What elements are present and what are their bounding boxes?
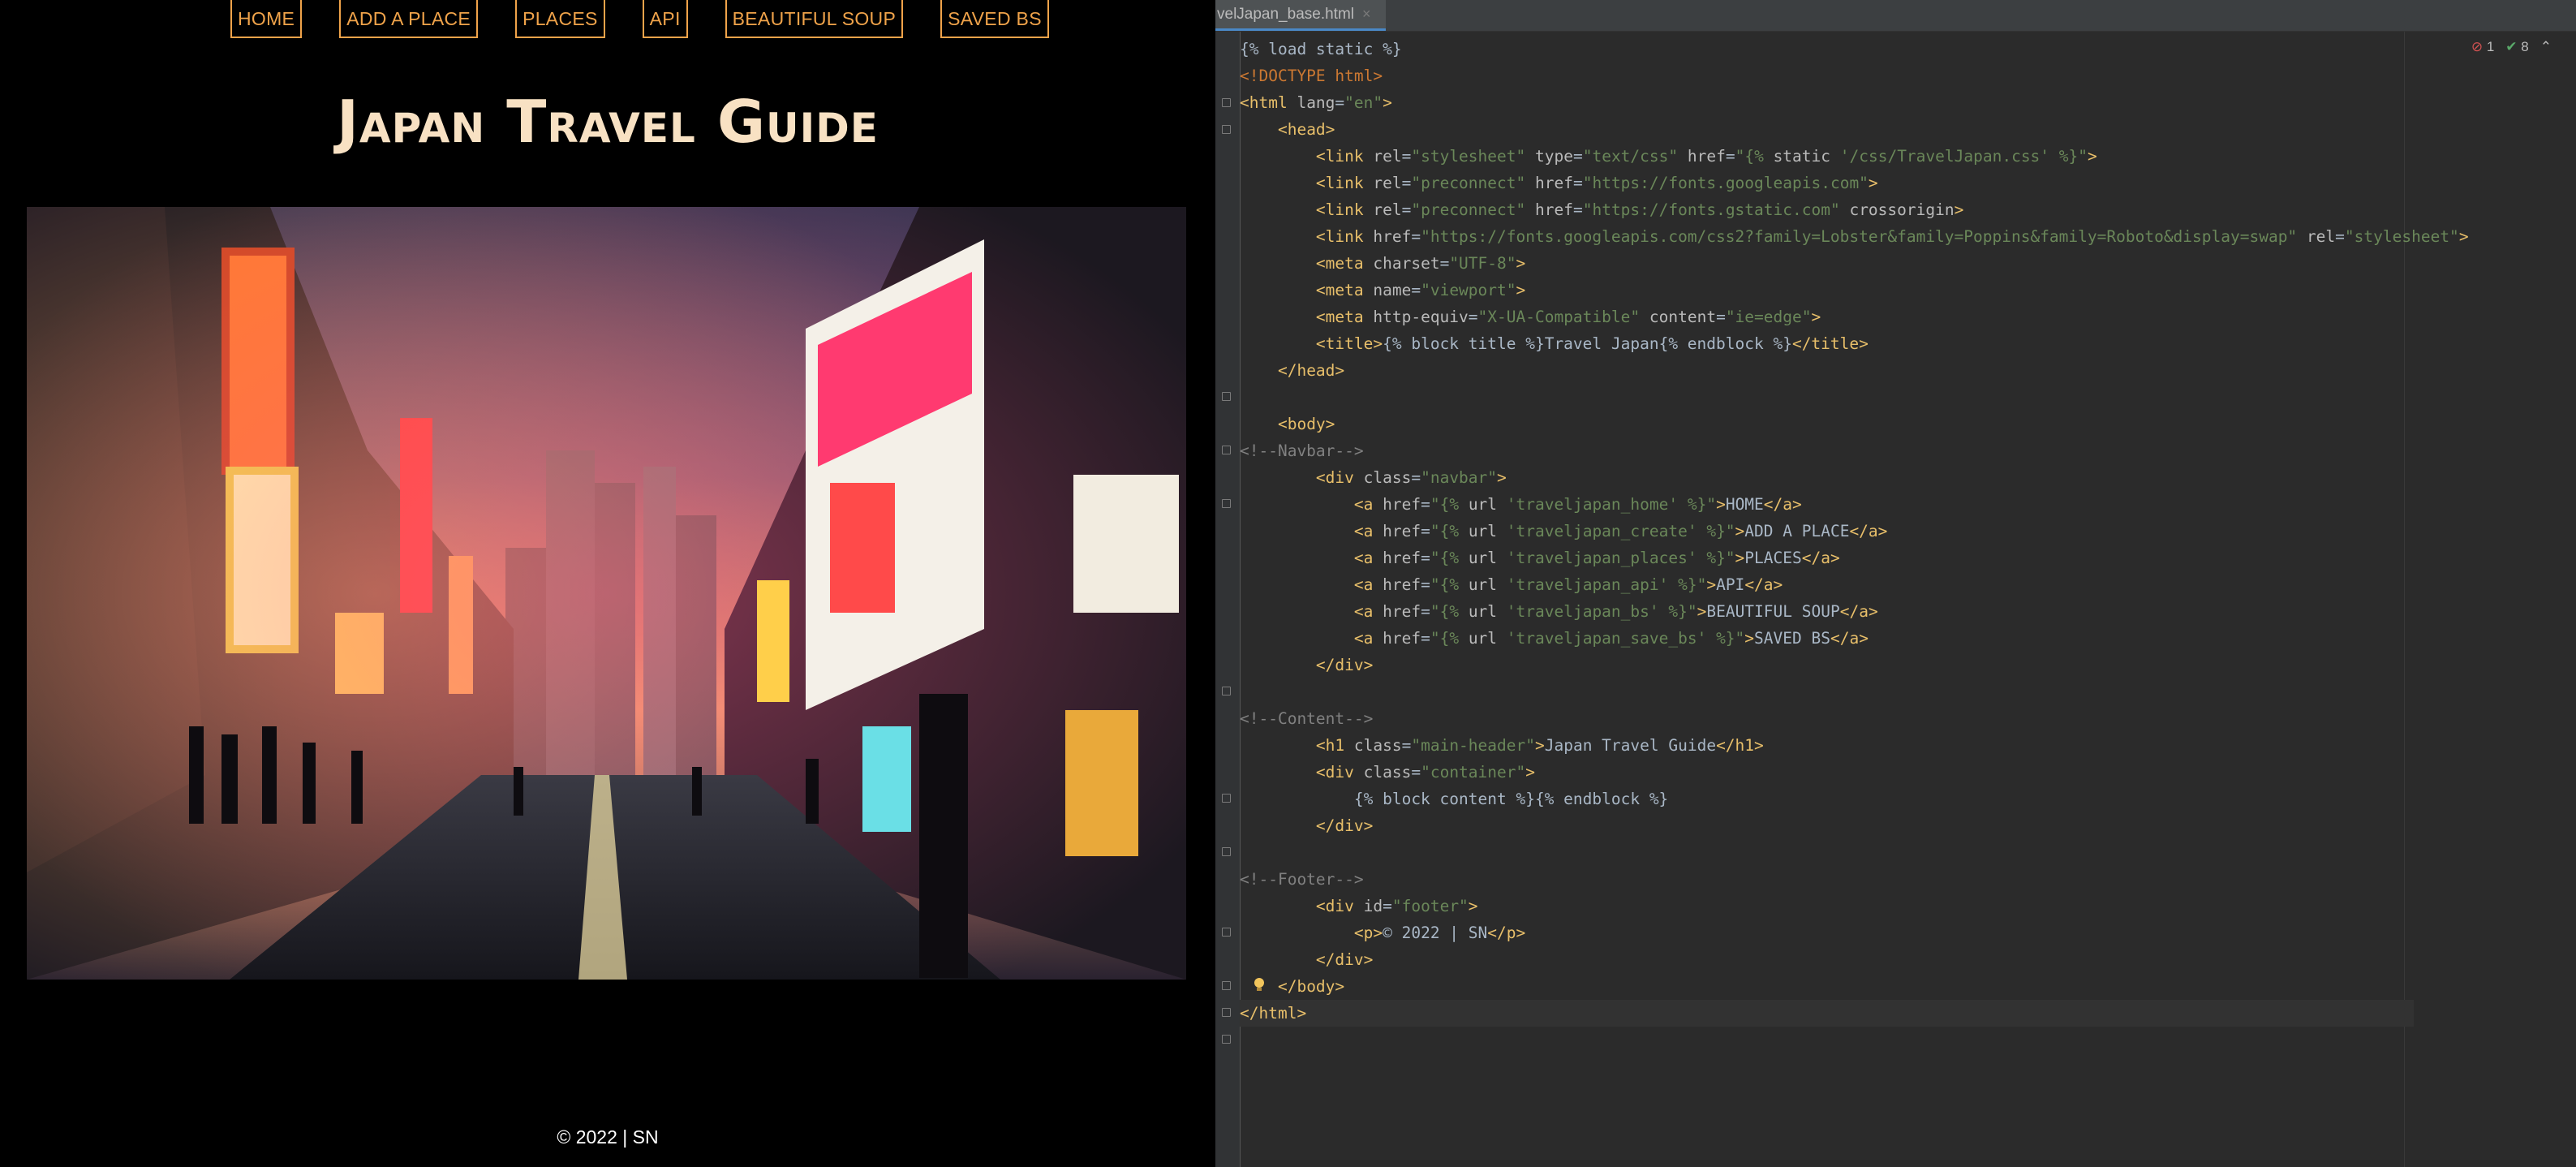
code-line[interactable]: <a href="{% url 'traveljapan_home' %}">H… <box>1240 491 2414 518</box>
code-line[interactable]: <div class="navbar"> <box>1240 464 2414 491</box>
editor-gutter <box>1215 32 1241 1167</box>
code-line[interactable]: <meta charset="UTF-8"> <box>1240 250 2414 277</box>
warning-count-value: 8 <box>2521 39 2529 54</box>
close-icon[interactable]: × <box>1362 6 1371 23</box>
error-count-value: 1 <box>2486 39 2495 54</box>
code-line[interactable]: <a href="{% url 'traveljapan_api' %}">AP… <box>1240 571 2414 598</box>
code-line[interactable]: <html lang="en"> <box>1240 89 2414 116</box>
code-line[interactable] <box>1240 839 2414 866</box>
fold-marker-icon[interactable] <box>1222 125 1231 134</box>
nav-link-api[interactable]: API <box>642 0 688 38</box>
error-icon: ⊘ <box>2471 39 2484 54</box>
fold-marker-icon[interactable] <box>1222 1035 1231 1044</box>
code-line[interactable]: <meta name="viewport"> <box>1240 277 2414 304</box>
fold-marker-icon[interactable] <box>1222 446 1231 454</box>
code-line[interactable]: <!--Footer--> <box>1240 866 2414 893</box>
code-line[interactable]: <link rel="stylesheet" type="text/css" h… <box>1240 143 2414 170</box>
code-line[interactable]: <head> <box>1240 116 2414 143</box>
code-line[interactable] <box>1240 678 2414 705</box>
nav-link-add-a-place[interactable]: ADD A PLACE <box>339 0 479 38</box>
fold-marker-icon[interactable] <box>1222 928 1231 937</box>
editor-tab-bar: velJapan_base.html × <box>1215 0 2576 32</box>
error-count[interactable]: ⊘ 1 <box>2471 39 2494 55</box>
footer: © 2022 | SN <box>0 1126 1215 1148</box>
code-line[interactable]: <a href="{% url 'traveljapan_save_bs' %}… <box>1240 625 2414 652</box>
screen: HOME ADD A PLACE PLACES API BEAUTIFUL SO… <box>0 0 2576 1167</box>
nav-link-saved-bs[interactable]: SAVED BS <box>940 0 1049 38</box>
code-line[interactable]: </html> <box>1240 1000 2414 1027</box>
code-line[interactable]: <!--Content--> <box>1240 705 2414 732</box>
fold-marker-icon[interactable] <box>1222 1008 1231 1017</box>
code-line[interactable]: <link href="https://fonts.googleapis.com… <box>1240 223 2469 250</box>
footer-text: © 2022 | SN <box>557 1126 659 1148</box>
code-line[interactable]: <h1 class="main-header">Japan Travel Gui… <box>1240 732 2414 759</box>
code-line[interactable]: <link rel="preconnect" href="https://fon… <box>1240 170 2414 196</box>
nav-link-places[interactable]: PLACES <box>515 0 605 38</box>
city-street-illustration <box>27 207 1186 980</box>
code-line[interactable]: </div> <box>1240 652 2414 678</box>
hero-image <box>27 207 1186 980</box>
code-line[interactable]: </head> <box>1240 357 2414 384</box>
code-line[interactable]: <a href="{% url 'traveljapan_create' %}"… <box>1240 518 2414 545</box>
code-area[interactable]: {% load static %} <!DOCTYPE html> <html la… <box>1240 36 2469 1027</box>
code-line[interactable]: <title>{% block title %}Travel Japan{% e… <box>1240 330 2414 357</box>
code-line[interactable]: <div class="container"> <box>1240 759 2414 786</box>
fold-marker-icon[interactable] <box>1222 847 1231 856</box>
code-line[interactable]: {% block content %}{% endblock %} <box>1240 786 2414 812</box>
code-line[interactable]: <a href="{% url 'traveljapan_places' %}"… <box>1240 545 2414 571</box>
nav-link-beautiful-soup[interactable]: BEAUTIFUL SOUP <box>725 0 904 38</box>
editor-tab-label: velJapan_base.html <box>1217 5 1354 23</box>
browser-preview: HOME ADD A PLACE PLACES API BEAUTIFUL SO… <box>0 0 1215 1167</box>
chevron-up-icon[interactable]: ⌃ <box>2540 39 2552 55</box>
code-line[interactable]: <div id="footer"> <box>1240 893 2414 919</box>
fold-marker-icon[interactable] <box>1222 794 1231 803</box>
fold-marker-icon[interactable] <box>1222 687 1231 695</box>
code-line[interactable]: <link rel="preconnect" href="https://fon… <box>1240 196 2414 223</box>
inspection-widget[interactable]: ⊘ 1 ✔ 8 ⌃ <box>2471 39 2552 55</box>
fold-marker-icon[interactable] <box>1222 499 1231 508</box>
code-line[interactable]: </div> <box>1240 812 2414 839</box>
fold-marker-icon[interactable] <box>1222 981 1231 990</box>
code-line[interactable]: <!DOCTYPE html> <box>1240 62 2414 89</box>
code-line[interactable] <box>1240 384 2414 411</box>
fold-marker-icon[interactable] <box>1222 98 1231 107</box>
code-line[interactable]: {% load static %} <box>1240 36 2414 62</box>
editor-tab[interactable]: velJapan_base.html × <box>1215 0 1386 31</box>
code-line[interactable]: <a href="{% url 'traveljapan_bs' %}">BEA… <box>1240 598 2414 625</box>
fold-marker-icon[interactable] <box>1222 392 1231 401</box>
main-header: Japan Travel Guide <box>337 88 879 156</box>
code-line[interactable]: <p>© 2022 | SN</p> <box>1240 919 2414 946</box>
warning-count[interactable]: ✔ 8 <box>2505 39 2528 55</box>
code-line[interactable]: <body> <box>1240 411 2414 437</box>
code-line[interactable]: <meta http-equiv="X-UA-Compatible" conte… <box>1240 304 2414 330</box>
code-line[interactable]: <!--Navbar--> <box>1240 437 2414 464</box>
check-icon: ✔ <box>2505 39 2518 54</box>
code-line[interactable]: </body> <box>1240 973 2414 1000</box>
nav-link-home[interactable]: HOME <box>230 0 303 38</box>
navbar: HOME ADD A PLACE PLACES API BEAUTIFUL SO… <box>230 0 1086 39</box>
code-editor: velJapan_base.html × ⊘ 1 ✔ 8 ⌃ {% load s… <box>1215 0 2576 1167</box>
code-line[interactable]: </div> <box>1240 946 2414 973</box>
